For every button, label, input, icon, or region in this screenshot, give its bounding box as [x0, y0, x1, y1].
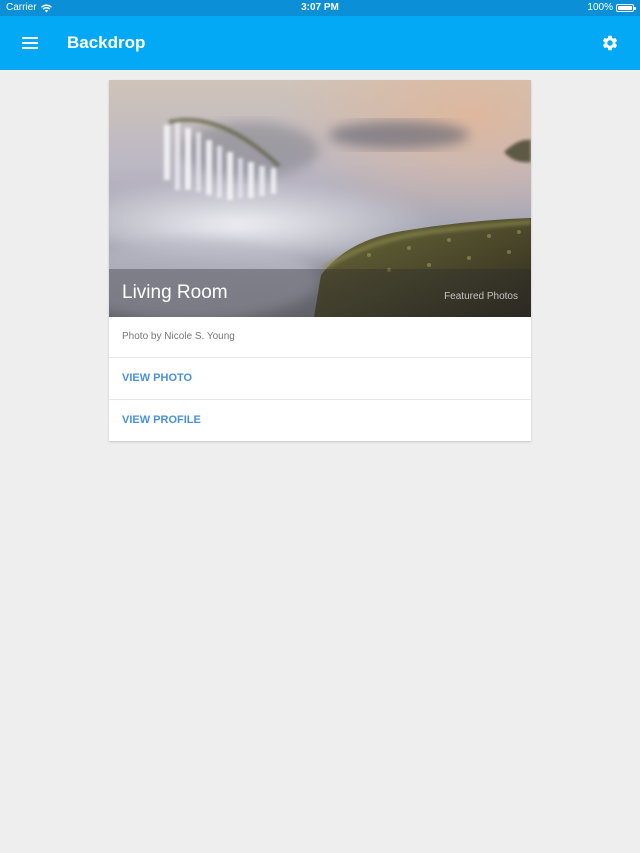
card-source: Featured Photos: [444, 291, 518, 302]
battery-percent: 100%: [587, 2, 613, 13]
app-bar: Backdrop: [0, 16, 640, 70]
gear-icon[interactable]: [601, 34, 619, 52]
hamburger-menu-icon[interactable]: [22, 37, 38, 49]
status-time: 3:07 PM: [301, 2, 339, 13]
card-title: Living Room: [122, 282, 228, 303]
photo-credit: Photo by Nicole S. Young: [109, 317, 531, 358]
app-title: Backdrop: [67, 33, 146, 52]
view-photo-button[interactable]: VIEW PHOTO: [109, 358, 531, 399]
photo-image[interactable]: Living Room Featured Photos: [109, 80, 531, 317]
battery-icon: [616, 4, 636, 12]
status-right: 100%: [587, 0, 636, 16]
view-profile-button[interactable]: VIEW PROFILE: [109, 399, 531, 441]
featured-photo-card: Living Room Featured Photos Photo by Nic…: [109, 80, 531, 441]
status-bar: Carrier 3:07 PM 100%: [0, 0, 640, 16]
